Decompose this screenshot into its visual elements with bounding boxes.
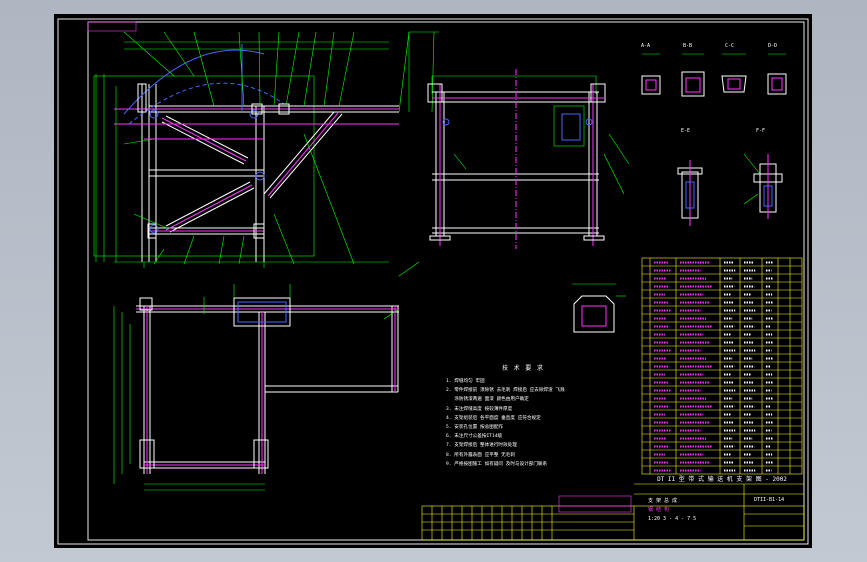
note-line: 8. 所有外露表面 应平整 无毛刺 xyxy=(446,452,515,458)
title-block-label-2: 钢 结 构 xyxy=(648,507,670,513)
note-line: 1. 焊缝均匀 牢固 xyxy=(446,379,485,384)
section-label-b: B-B xyxy=(683,43,693,49)
note-line: 涂防锈漆两遍 面漆 颜色由用户确定 xyxy=(446,397,529,403)
note-line: 6. 未注尺寸公差按IT14级 xyxy=(446,434,503,440)
title-ribbon: DT II 型 带 式 输 送 机 支 架 图 - 2002 xyxy=(657,476,787,483)
cad-drawing xyxy=(57,18,809,545)
title-block xyxy=(421,483,805,541)
note-line: 7. 支架焊接后 整体进行时效处理 xyxy=(446,443,517,449)
title-block-drawing-no: DTII-B1-14 xyxy=(754,497,785,503)
viewer-background: 技 术 要 求 1. 焊缝均匀 牢固 2. 零件焊接前 须除锈 去毛刺 焊接后 应… xyxy=(0,0,867,562)
top-view xyxy=(113,261,420,491)
notes-heading: 技 术 要 求 xyxy=(502,365,544,372)
note-line: 2. 零件焊接前 须除锈 去毛刺 焊接后 应去除焊渣 飞溅 xyxy=(446,388,565,394)
parts-list-table xyxy=(641,257,803,475)
note-line: 5. 安装孔位置 按总图配作 xyxy=(446,425,504,431)
title-block-scale: 1:20 3 - 4 - 7 5 xyxy=(648,516,697,522)
title-block-label-1: 支 架 总 成 xyxy=(648,498,678,504)
section-label-e: E-E xyxy=(681,128,691,134)
front-view xyxy=(93,31,439,268)
drawing-sheet[interactable]: 技 术 要 求 1. 焊缝均匀 牢固 2. 零件焊接前 须除锈 去毛刺 焊接后 应… xyxy=(54,14,812,548)
section-label-c: C-C xyxy=(725,43,735,49)
section-label-a: A-A xyxy=(641,43,651,49)
section-label-f: F-F xyxy=(756,128,766,134)
corner-label xyxy=(87,21,137,32)
note-line: 3. 未注焊缝高度 按较薄件厚度 xyxy=(446,406,513,412)
side-view xyxy=(427,69,630,249)
technical-notes: 1. 焊缝均匀 牢固 2. 零件焊接前 须除锈 去毛刺 焊接后 应去除焊渣 飞溅 … xyxy=(446,377,646,469)
section-label-d: D-D xyxy=(768,43,778,49)
note-line: 9. 严格按图施工 如有疑问 及时与设计部门联系 xyxy=(446,461,548,467)
note-line: 4. 支架组装后 各平面度 垂直度 应符合规定 xyxy=(446,415,541,421)
